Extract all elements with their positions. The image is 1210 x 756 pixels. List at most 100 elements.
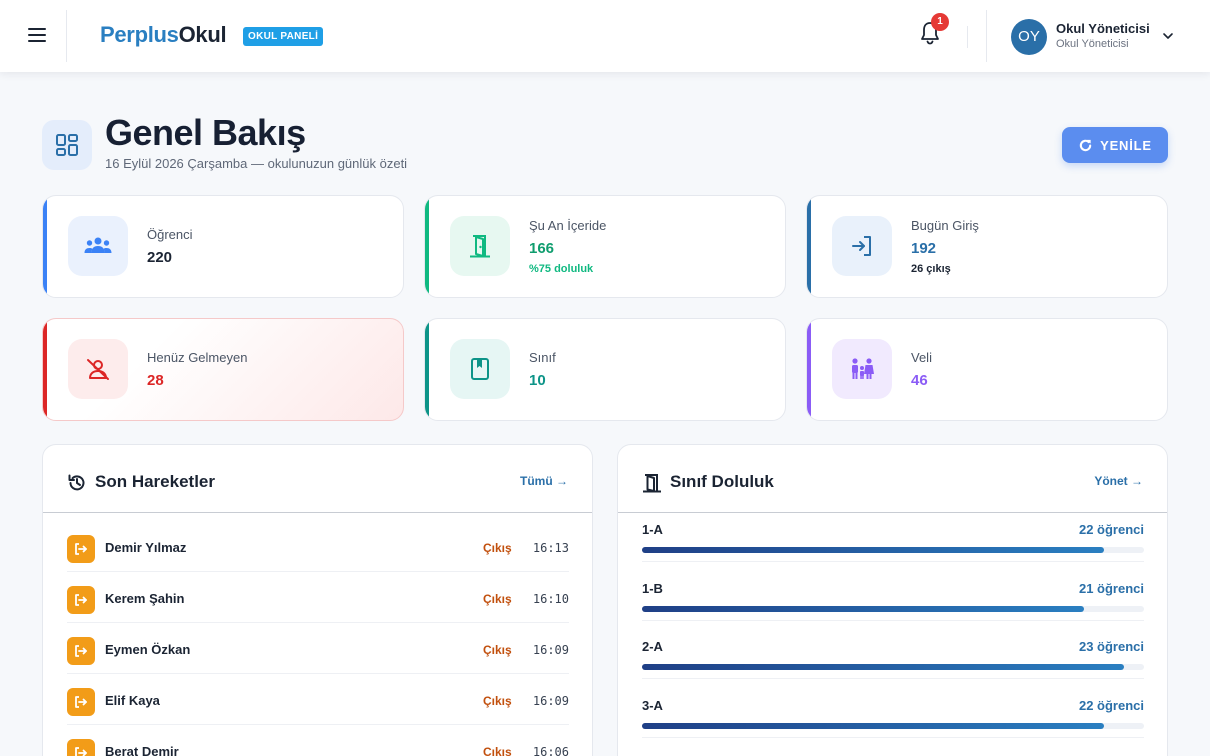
refresh-button[interactable]: YENİLE	[1062, 127, 1168, 163]
page-title: Genel Bakış	[105, 112, 306, 153]
movement-time: 16:13	[532, 541, 569, 555]
page-subtitle: 16 Eylül 2026 Çarşamba — okulunuzun günl…	[105, 156, 408, 171]
occupancy-track	[642, 605, 1144, 612]
class-row[interactable]: 1-A 22 öğrenci	[642, 504, 1144, 562]
manage-link[interactable]: Yönet →	[1094, 474, 1143, 488]
sign-out-icon	[75, 696, 87, 708]
movement-time: 16:09	[532, 643, 569, 657]
recent-activity-panel: Son Hareketler Tümü → Demir Yılmaz Çıkış 1…	[42, 444, 593, 756]
stat-label: Veli	[911, 350, 932, 365]
exit-badge	[67, 637, 95, 665]
class-row[interactable]: 3-A 22 öğrenci	[642, 680, 1144, 738]
card-accent	[425, 319, 429, 420]
stat-value: 10	[529, 372, 546, 389]
movement-type: Çıkış	[483, 745, 512, 756]
sign-out-icon	[75, 645, 87, 657]
door-icon	[450, 216, 510, 276]
stat-card-inside[interactable]: Şu An İçeride 166 %75 doluluk	[424, 195, 786, 298]
refresh-label: YENİLE	[1100, 137, 1152, 153]
activity-row[interactable]: Elif Kaya Çıkış 16:09	[67, 674, 569, 725]
stat-value: 192	[911, 240, 937, 257]
card-accent	[807, 319, 811, 420]
activity-row[interactable]: Eymen Özkan Çıkış 16:09	[67, 623, 569, 674]
occupancy-track	[642, 664, 1144, 670]
exit-badge	[67, 739, 95, 756]
panel-badge: OKUL PANELİ	[243, 27, 324, 46]
stat-card-classes[interactable]: Sınıf 10	[424, 318, 786, 421]
panel-header: Sınıf Doluluk Yönet →	[618, 445, 1167, 513]
student-name: Elif Kaya	[105, 693, 160, 708]
user-menu[interactable]: OY Okul Yöneticisi Okul Yöneticisi	[1010, 18, 1180, 56]
class-occupancy-panel: Sınıf Doluluk Yönet → 1-A 22 öğrenci 1-B 21…	[617, 444, 1168, 756]
brand-logo[interactable]: PerplusOkul	[100, 22, 227, 48]
movement-type: Çıkış	[483, 541, 512, 555]
exit-badge	[67, 688, 95, 716]
class-count: 21 öğrenci	[1078, 580, 1144, 596]
stat-value: 166	[529, 240, 555, 257]
stat-card-entries[interactable]: Bugün Giriş 192 26 çıkış	[806, 195, 1168, 298]
student-name: Eymen Özkan	[105, 642, 191, 657]
stat-card-absent[interactable]: Henüz Gelmeyen 28	[42, 318, 404, 421]
card-accent	[807, 196, 811, 297]
family-icon	[832, 339, 892, 399]
stat-card-students[interactable]: Öğrenci 220	[42, 195, 404, 298]
stat-value: 46	[911, 372, 928, 389]
hamburger-icon	[28, 28, 46, 30]
stat-subtext: 26 çıkış	[911, 263, 951, 275]
panel-header: Son Hareketler Tümü →	[43, 445, 592, 513]
class-row[interactable]: 1-B 21 öğrenci	[642, 563, 1144, 621]
sign-out-icon	[75, 747, 87, 756]
class-count: 22 öğrenci	[1078, 522, 1144, 537]
sign-out-icon	[75, 594, 87, 606]
class-name: 1-A	[642, 522, 663, 537]
panel-title: Sınıf Doluluk	[670, 472, 774, 491]
occupancy-fill	[642, 605, 1084, 612]
stat-card-parents[interactable]: Veli 46	[806, 318, 1168, 421]
activity-row[interactable]: Kerem Şahin Çıkış 16:10	[67, 572, 569, 623]
activity-row[interactable]: Demir Yılmaz Çıkış 16:13	[67, 521, 569, 572]
class-count: 22 öğrenci	[1078, 697, 1144, 713]
exit-badge	[67, 535, 95, 563]
stat-label: Şu An İçeride	[529, 218, 607, 233]
class-count: 23 öğrenci	[1078, 639, 1144, 654]
door-icon	[643, 474, 661, 493]
user-name: Okul Yöneticisi	[1056, 21, 1150, 36]
users-icon	[68, 216, 128, 276]
class-name: 3-A	[642, 697, 663, 713]
divider	[66, 10, 67, 62]
stat-label: Henüz Gelmeyen	[147, 350, 248, 365]
avatar: OY	[1011, 19, 1047, 55]
stat-label: Bugün Giriş	[911, 218, 979, 233]
class-name: 2-A	[642, 639, 663, 654]
history-icon	[68, 474, 85, 491]
sign-in-icon	[832, 216, 892, 276]
movement-time: 16:09	[532, 694, 569, 708]
exit-badge	[67, 586, 95, 614]
occupancy-fill	[642, 722, 1104, 729]
sign-out-icon	[75, 543, 87, 555]
user-slash-icon	[68, 339, 128, 399]
book-icon	[450, 339, 510, 399]
student-name: Berat Demir	[105, 744, 179, 756]
notification-badge: 1	[931, 13, 949, 31]
user-role: Okul Yöneticisi	[1056, 38, 1129, 50]
stat-label: Öğrenci	[147, 227, 193, 242]
occupancy-track	[642, 547, 1144, 553]
view-all-link[interactable]: Tümü →	[520, 474, 568, 488]
card-accent	[43, 196, 47, 297]
stat-subtext: %75 doluluk	[529, 263, 594, 275]
occupancy-fill	[642, 547, 1104, 553]
panel-title: Son Hareketler	[95, 472, 215, 491]
menu-button[interactable]	[28, 24, 54, 48]
dashboard-icon	[42, 120, 92, 170]
divider	[986, 10, 987, 62]
refresh-icon	[1079, 139, 1092, 151]
occupancy-track	[642, 722, 1144, 729]
activity-row[interactable]: Berat Demir Çıkış 16:06	[67, 725, 569, 756]
top-bar: PerplusOkul OKUL PANELİ 1 OY Okul Yöneti…	[0, 0, 1210, 72]
divider	[967, 26, 968, 48]
stat-label: Sınıf	[529, 350, 556, 365]
class-row[interactable]: 2-A 23 öğrenci	[642, 621, 1144, 679]
movement-time: 16:06	[532, 745, 569, 756]
class-name: 1-B	[642, 580, 663, 596]
